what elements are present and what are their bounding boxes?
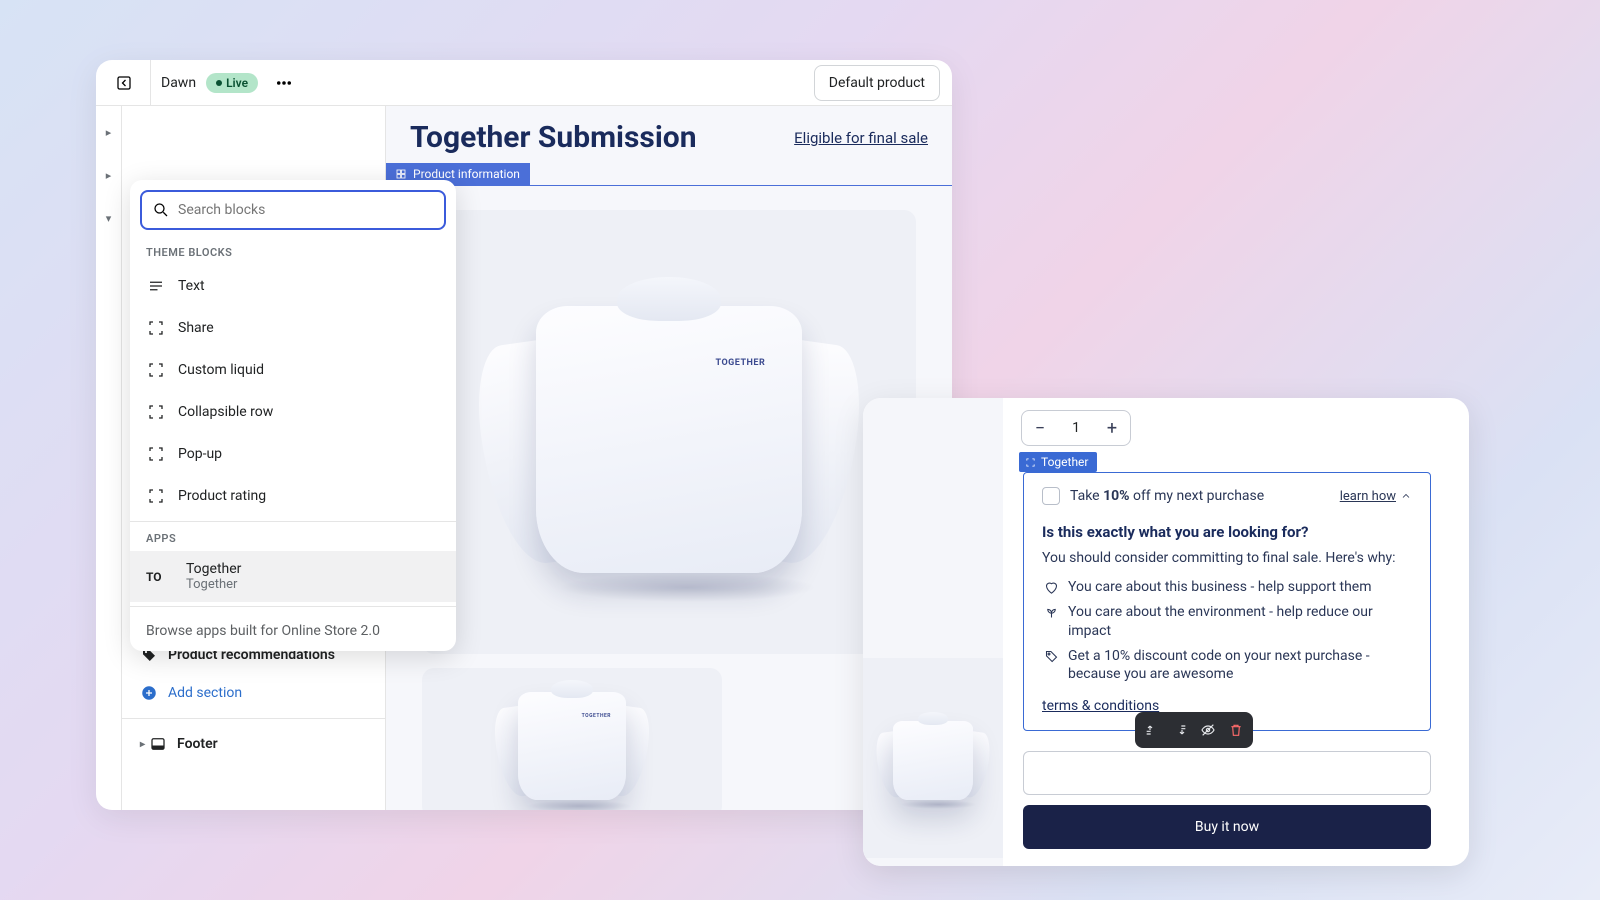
caret-down-icon: ▾ xyxy=(106,212,112,225)
text-icon xyxy=(147,277,165,295)
quantity-stepper: − 1 + xyxy=(1021,410,1131,446)
section-tag-label: Product information xyxy=(413,167,520,181)
divider xyxy=(130,521,456,522)
app-badge: TO xyxy=(146,570,174,584)
sidebar-item-footer[interactable]: ▸ Footer xyxy=(122,725,385,763)
qty-increase-button[interactable]: + xyxy=(1094,410,1130,446)
exit-button[interactable] xyxy=(108,67,140,99)
block-item-text[interactable]: Text xyxy=(130,265,456,307)
frame-icon xyxy=(147,361,165,379)
editor-topbar: Dawn Live Default product xyxy=(96,60,952,106)
reason-item: You care about this business - help supp… xyxy=(1042,578,1412,597)
plant-icon xyxy=(1044,605,1059,620)
block-item-custom-liquid[interactable]: Custom liquid xyxy=(130,349,456,391)
eligible-link[interactable]: Eligible for final sale xyxy=(794,129,928,147)
divider xyxy=(122,718,385,719)
divider xyxy=(150,60,151,106)
add-to-cart-button[interactable] xyxy=(1023,751,1431,795)
add-section-button[interactable]: Add section xyxy=(122,674,385,712)
app-block-tag-label: Together xyxy=(1041,455,1089,469)
widget-heading: Is this exactly what you are looking for… xyxy=(1042,523,1412,541)
reason-text: You care about this business - help supp… xyxy=(1068,578,1372,597)
block-label: Product rating xyxy=(178,488,266,504)
heart-icon xyxy=(1044,580,1059,595)
app-subtitle: Together xyxy=(186,577,241,592)
reason-item: You care about the environment - help re… xyxy=(1042,603,1412,641)
widget-body: You should consider committing to final … xyxy=(1042,549,1412,568)
frame-icon xyxy=(147,445,165,463)
page-title: Together Submission xyxy=(410,120,697,155)
reason-item: Get a 10% discount code on your next pur… xyxy=(1042,647,1412,685)
template-select[interactable]: Default product xyxy=(814,65,940,101)
block-item-collapsible-row[interactable]: Collapsible row xyxy=(130,391,456,433)
product-image-main: TOGETHER xyxy=(422,210,916,654)
plus-circle-icon xyxy=(140,684,158,702)
caret-icon: ▸ xyxy=(106,169,112,182)
block-label: Text xyxy=(178,278,205,294)
delete-button[interactable] xyxy=(1223,718,1249,742)
chevron-up-icon xyxy=(1400,490,1412,502)
caret-icon: ▸ xyxy=(106,126,112,139)
block-item-share[interactable]: Share xyxy=(130,307,456,349)
block-label: Share xyxy=(178,320,214,336)
add-section-label: Add section xyxy=(168,685,242,701)
frame-icon xyxy=(1025,457,1036,468)
block-label: Collapsible row xyxy=(178,404,273,420)
search-icon xyxy=(152,201,170,219)
dots-icon xyxy=(275,74,293,92)
block-label: Pop-up xyxy=(178,446,222,462)
move-up-button[interactable] xyxy=(1139,718,1165,742)
more-button[interactable] xyxy=(268,67,300,99)
hide-button[interactable] xyxy=(1195,718,1221,742)
app-item-together[interactable]: TO Together Together xyxy=(130,551,456,602)
offer-checkbox[interactable] xyxy=(1042,487,1060,505)
together-widget: Take 10% off my next purchase learn how … xyxy=(1023,472,1431,731)
offer-text: Take 10% off my next purchase xyxy=(1070,488,1330,504)
theme-blocks-heading: THEME BLOCKS xyxy=(130,240,456,265)
app-block-tag[interactable]: Together xyxy=(1019,452,1097,472)
block-picker-popup: THEME BLOCKS Text Share Custom liquid Co… xyxy=(130,180,456,651)
exit-icon xyxy=(115,74,133,92)
frame-icon xyxy=(147,487,165,505)
search-blocks-input[interactable] xyxy=(140,190,446,230)
block-action-toolbar xyxy=(1135,712,1253,748)
live-badge: Live xyxy=(206,73,258,93)
block-label: Custom liquid xyxy=(178,362,264,378)
reason-text: You care about the environment - help re… xyxy=(1068,603,1412,641)
caret-icon: ▸ xyxy=(140,739,145,750)
left-rail: ▸ ▸ ▾ xyxy=(96,106,122,810)
preview-thumb xyxy=(863,658,1003,858)
section-icon xyxy=(395,168,407,180)
product-brand-label: TOGETHER xyxy=(716,358,766,368)
storefront-preview-window: − 1 + Together Take 10% off my next purc… xyxy=(863,398,1469,866)
product-image-thumb: TOGETHER xyxy=(422,668,722,810)
frame-icon xyxy=(147,403,165,421)
move-down-button[interactable] xyxy=(1167,718,1193,742)
block-item-product-rating[interactable]: Product rating xyxy=(130,475,456,517)
discount-icon xyxy=(1044,649,1059,664)
footer-label: Footer xyxy=(177,736,218,752)
reason-text: Get a 10% discount code on your next pur… xyxy=(1068,647,1412,685)
qty-decrease-button[interactable]: − xyxy=(1022,410,1058,446)
qty-value: 1 xyxy=(1058,420,1094,436)
section-outline xyxy=(386,185,952,186)
buy-now-button[interactable]: Buy it now xyxy=(1023,805,1431,849)
browse-apps-link[interactable]: Browse apps built for Online Store 2.0 xyxy=(130,611,456,651)
frame-icon xyxy=(147,319,165,337)
app-title: Together xyxy=(186,561,241,577)
search-field[interactable] xyxy=(178,202,434,218)
block-item-popup[interactable]: Pop-up xyxy=(130,433,456,475)
theme-name: Dawn xyxy=(161,75,196,91)
apps-heading: APPS xyxy=(130,526,456,551)
footer-icon xyxy=(149,735,167,753)
learn-how-link[interactable]: learn how xyxy=(1340,489,1412,504)
divider xyxy=(130,606,456,607)
